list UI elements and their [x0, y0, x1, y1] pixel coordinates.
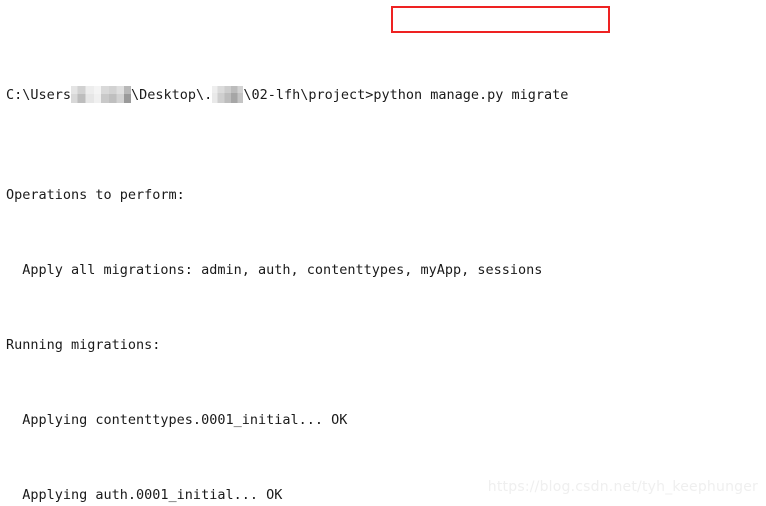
terminal-output-area: C:\Users \Desktop\. \02-lfh\project> python… — [6, 8, 766, 506]
entered-command[interactable]: python manage.py migrate — [373, 83, 568, 108]
redacted-folder — [212, 86, 244, 103]
prompt-line: C:\Users \Desktop\. \02-lfh\project> python… — [6, 83, 766, 108]
output-line: Operations to perform: — [6, 187, 185, 203]
redacted-username — [71, 86, 132, 103]
terminal-window[interactable]: C:\Users \Desktop\. \02-lfh\project> python… — [0, 0, 766, 506]
prompt-path-suffix: \02-lfh\project> — [243, 87, 374, 103]
output-line: Apply all migrations: admin, auth, conte… — [6, 262, 543, 278]
prompt-path-middle: \Desktop\. — [131, 87, 213, 103]
output-line: Applying contenttypes.0001_initial... OK — [6, 412, 348, 428]
watermark: https://blog.csdn.net/tyh_keephunger — [487, 479, 758, 495]
prompt-path-prefix: C:\Users — [6, 87, 72, 103]
output-line: Running migrations: — [6, 337, 161, 353]
